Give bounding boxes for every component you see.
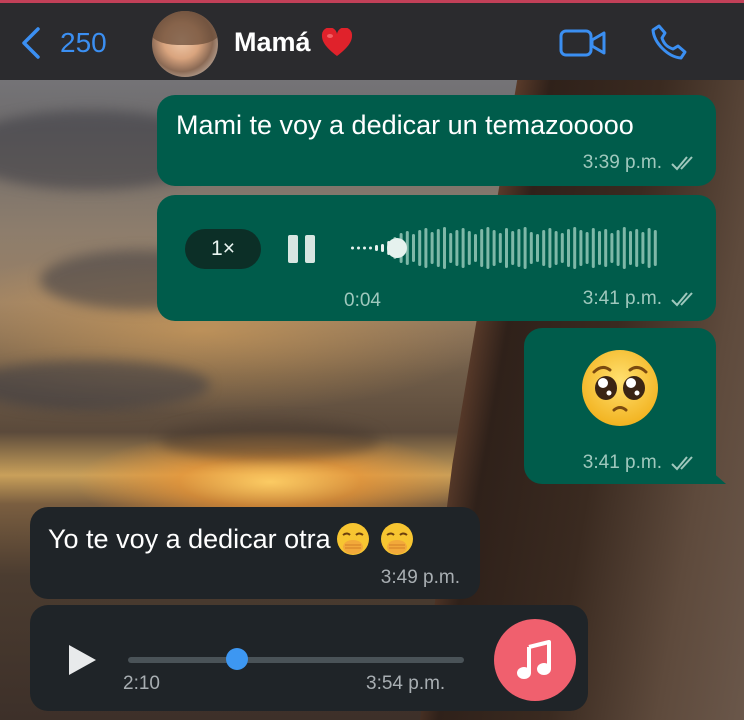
message-bubble-outgoing[interactable]: Mami te voy a dedicar un temazooooo 3:39… <box>157 95 716 186</box>
voice-message-outgoing[interactable]: 1× 0:04 3:41 p.m. <box>157 195 716 321</box>
back-button[interactable]: 250 <box>20 25 107 61</box>
red-heart-icon <box>321 27 352 56</box>
play-icon[interactable] <box>66 643 98 677</box>
video-call-icon[interactable] <box>559 27 607 59</box>
audio-progress-track[interactable] <box>128 657 464 663</box>
playback-speed-button[interactable]: 1× <box>185 229 261 269</box>
pause-button[interactable] <box>288 235 318 263</box>
double-check-icon <box>671 292 693 307</box>
message-time: 3:54 p.m. <box>366 673 446 694</box>
audio-duration: 2:10 <box>123 673 160 694</box>
audio-thumbnail <box>494 619 576 701</box>
message-time: 3:41 p.m. <box>582 288 662 309</box>
message-bubble-incoming[interactable]: Yo te voy a dedicar otra 3:49 p.m. <box>30 507 480 599</box>
double-check-icon <box>671 456 693 471</box>
phone-call-icon[interactable] <box>650 23 688 61</box>
voice-waveform[interactable] <box>349 223 685 273</box>
message-text: Yo te voy a dedicar otra <box>48 523 331 554</box>
audio-progress-knob[interactable] <box>226 648 248 670</box>
contact-name-area[interactable]: Mamá <box>234 27 353 58</box>
voice-scrub-knob <box>387 238 407 258</box>
message-time: 3:49 p.m. <box>380 567 460 588</box>
message-time: 3:41 p.m. <box>582 452 662 473</box>
message-text-row: Yo te voy a dedicar otra <box>48 521 415 557</box>
contact-name: Mamá <box>234 27 311 57</box>
message-text: Mami te voy a dedicar un temazooooo <box>176 110 634 140</box>
voice-duration: 0:04 <box>344 290 381 311</box>
pleading-face-emoji <box>582 350 658 426</box>
message-meta: 3:41 p.m. <box>583 288 698 310</box>
chevron-left-icon <box>22 27 40 59</box>
message-meta: 3:49 p.m. <box>381 567 460 589</box>
face-with-hand-over-mouth-emoji <box>380 523 413 555</box>
message-meta: 3:39 p.m. <box>583 152 698 174</box>
pause-icon <box>288 235 298 263</box>
face-with-hand-over-mouth-emoji <box>336 523 369 555</box>
emoji-message-outgoing[interactable]: 3:41 p.m. <box>524 328 726 484</box>
chat-header: 250 Mamá <box>0 0 744 80</box>
unread-count: 250 <box>60 27 107 58</box>
double-check-icon <box>671 156 693 171</box>
music-note-icon <box>517 640 551 679</box>
message-meta: 3:41 p.m. <box>583 452 698 474</box>
message-meta: 3:54 p.m. <box>366 673 445 695</box>
avatar[interactable] <box>152 11 218 77</box>
audio-message-incoming[interactable]: 2:10 3:54 p.m. <box>30 605 588 711</box>
message-time: 3:39 p.m. <box>582 152 662 173</box>
